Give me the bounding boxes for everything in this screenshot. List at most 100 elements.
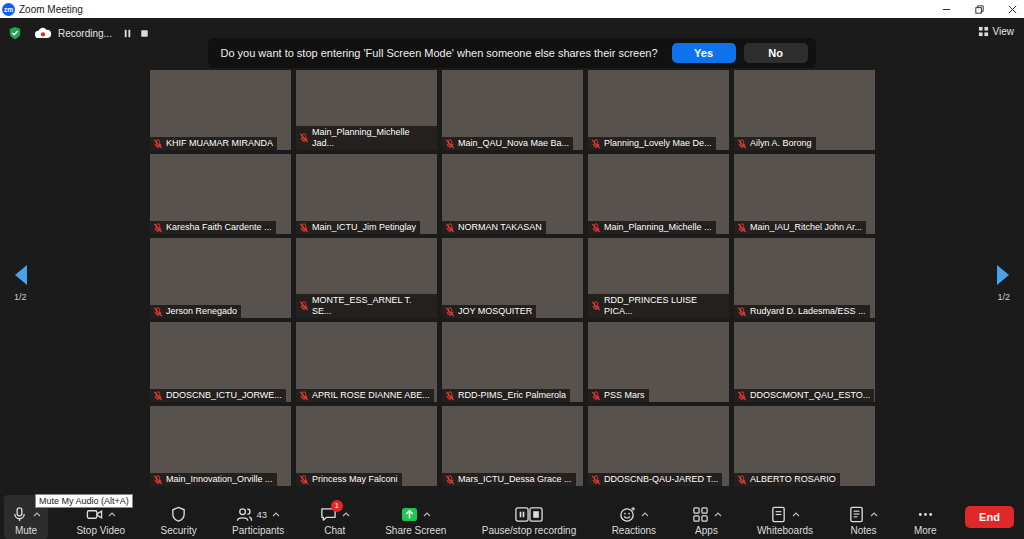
participant-tile[interactable]: Karesha Faith Cardente ... xyxy=(150,154,291,234)
video-camera-icon xyxy=(86,506,103,523)
banner-button[interactable]: Yes xyxy=(672,43,736,63)
participant-name-label: Princess May Falconi xyxy=(296,473,402,486)
pause-icon[interactable] xyxy=(122,28,133,39)
menu-caret-icon[interactable] xyxy=(342,511,350,517)
participant-tile[interactable]: Main_ICTU_Jim Petinglay xyxy=(296,154,437,234)
toolbar-button[interactable]: Notes xyxy=(841,495,885,539)
participant-name-label: NORMAN TAKASAN xyxy=(442,221,546,234)
toolbar-button[interactable]: Whiteboards xyxy=(750,495,820,539)
close-icon[interactable] xyxy=(1007,4,1018,15)
apps-icon xyxy=(692,506,709,523)
muted-mic-icon xyxy=(591,301,601,311)
participant-name-label: KHIF MUAMAR MIRANDA xyxy=(150,137,277,150)
stop-icon[interactable] xyxy=(139,28,150,39)
banner-button[interactable]: No xyxy=(744,43,808,63)
participant-tile[interactable]: Main_Planning_Michelle Jad... xyxy=(296,70,437,150)
toolbar-label: Notes xyxy=(850,525,876,537)
participant-tile[interactable]: Mars_ICTU_Dessa Grace ... xyxy=(442,406,583,486)
participant-tile[interactable]: JOY MOSQUITER xyxy=(442,238,583,318)
muted-mic-icon xyxy=(737,307,747,317)
share-screen-icon xyxy=(401,506,418,523)
participant-tile[interactable]: Rudyard D. Ladesma/ESS ... xyxy=(734,238,875,318)
end-meeting-button[interactable]: End xyxy=(965,506,1014,528)
next-page[interactable]: 1/2 xyxy=(875,264,1024,302)
muted-mic-icon xyxy=(299,475,309,485)
participant-name-label: ALBERTO ROSARIO xyxy=(734,473,840,486)
muted-mic-icon xyxy=(445,307,455,317)
participant-tile[interactable]: RDD-PIMS_Eric Palmerola xyxy=(442,322,583,402)
toolbar-label: Share Screen xyxy=(385,525,446,537)
muted-mic-icon xyxy=(153,139,163,149)
muted-mic-icon xyxy=(153,307,163,317)
participant-tile[interactable]: MONTE_ESS_ARNEL T. SE... xyxy=(296,238,437,318)
menu-caret-icon[interactable] xyxy=(423,511,431,517)
view-button[interactable]: View xyxy=(978,26,1017,37)
meeting-stage: Recording... Do you want to stop enterin… xyxy=(0,18,1024,495)
participant-name-label: Main_Planning_Michelle Jad... xyxy=(296,126,437,150)
toolbar-button[interactable]: Share Screen xyxy=(378,495,453,539)
participant-tile[interactable]: Jerson Renegado xyxy=(150,238,291,318)
toolbar-button[interactable]: 43 Participants xyxy=(225,495,291,539)
mute-tooltip: Mute My Audio (Alt+A) xyxy=(35,494,133,508)
participant-name-label: Jerson Renegado xyxy=(150,305,241,318)
participant-tile[interactable]: Planning_Lovely Mae De... xyxy=(588,70,729,150)
muted-mic-icon xyxy=(591,223,601,233)
participant-tile[interactable]: Princess May Falconi xyxy=(296,406,437,486)
muted-mic-icon xyxy=(299,301,309,311)
toolbar-button[interactable]: Pause/stop recording xyxy=(475,495,584,539)
meeting-toolbar: Mute My Audio (Alt+A) Mute Stop Video Se… xyxy=(0,495,1024,539)
toolbar-label: Pause/stop recording xyxy=(482,525,577,537)
toolbar-button[interactable]: More xyxy=(907,495,944,539)
menu-caret-icon[interactable] xyxy=(870,511,878,517)
toolbar-label: Mute xyxy=(15,525,37,537)
participant-tile[interactable]: DDOSCMONT_QAU_ESTO... xyxy=(734,322,875,402)
participant-tile[interactable]: Ailyn A. Borong xyxy=(734,70,875,150)
participant-tile[interactable]: DDOSCNB_ICTU_JORWE... xyxy=(150,322,291,402)
minimize-icon[interactable] xyxy=(941,4,952,15)
muted-mic-icon xyxy=(737,139,747,149)
participant-tile[interactable]: APRIL ROSE DIANNE ABE... xyxy=(296,322,437,402)
muted-mic-icon xyxy=(445,139,455,149)
participant-tile[interactable]: DDOSCNB-QAU-JARED T... xyxy=(588,406,729,486)
participant-tile[interactable]: ALBERTO ROSARIO xyxy=(734,406,875,486)
participant-tile[interactable]: Main_IAU_Ritchel John Ar... xyxy=(734,154,875,234)
participant-name-label: RDD_PRINCES LUISE PICA... xyxy=(588,294,729,318)
toolbar-label: Stop Video xyxy=(76,525,125,537)
muted-mic-icon xyxy=(737,475,747,485)
toolbar-button[interactable]: Security xyxy=(154,495,204,539)
participant-tile[interactable]: RDD_PRINCES LUISE PICA... xyxy=(588,238,729,318)
menu-caret-icon[interactable] xyxy=(714,511,722,517)
menu-caret-icon[interactable] xyxy=(792,511,800,517)
participant-name-label: Main_ICTU_Jim Petinglay xyxy=(296,221,420,234)
menu-caret-icon[interactable] xyxy=(641,511,649,517)
toolbar-label: Whiteboards xyxy=(757,525,813,537)
muted-mic-icon xyxy=(591,139,601,149)
menu-caret-icon[interactable] xyxy=(272,511,280,517)
menu-caret-icon[interactable] xyxy=(33,511,41,517)
participant-tile[interactable]: PSS Mars xyxy=(588,322,729,402)
participant-tile[interactable]: Main_QAU_Nova Mae Ba... xyxy=(442,70,583,150)
participant-name-label: Main_QAU_Nova Mae Ba... xyxy=(442,137,573,150)
participant-name-label: Ailyn A. Borong xyxy=(734,137,816,150)
participant-tile[interactable]: Main_Innovation_Orville ... xyxy=(150,406,291,486)
window-title: Zoom Meeting xyxy=(19,4,83,15)
participant-tile[interactable]: Main_Planning_Michelle ... xyxy=(588,154,729,234)
restore-icon[interactable] xyxy=(974,4,985,15)
participant-tile[interactable]: KHIF MUAMAR MIRANDA xyxy=(150,70,291,150)
previous-page[interactable]: 1/2 xyxy=(0,264,150,302)
participant-name-label: Main_IAU_Ritchel John Ar... xyxy=(734,221,866,234)
participant-name-label: Main_Planning_Michelle ... xyxy=(588,221,716,234)
toolbar-button[interactable]: Reactions xyxy=(605,495,663,539)
muted-mic-icon xyxy=(299,223,309,233)
encryption-shield-icon[interactable] xyxy=(8,26,22,40)
right-arrow-icon xyxy=(996,264,1010,286)
toolbar-button[interactable]: 1 Chat xyxy=(313,495,357,539)
muted-mic-icon xyxy=(299,391,309,401)
participant-tile[interactable]: NORMAN TAKASAN xyxy=(442,154,583,234)
muted-mic-icon xyxy=(299,133,309,143)
muted-mic-icon xyxy=(445,391,455,401)
page-indicator: 1/2 xyxy=(997,292,1010,302)
toolbar-button[interactable]: Apps xyxy=(685,495,729,539)
participant-name-label: APRIL ROSE DIANNE ABE... xyxy=(296,389,434,402)
menu-caret-icon[interactable] xyxy=(108,511,116,517)
